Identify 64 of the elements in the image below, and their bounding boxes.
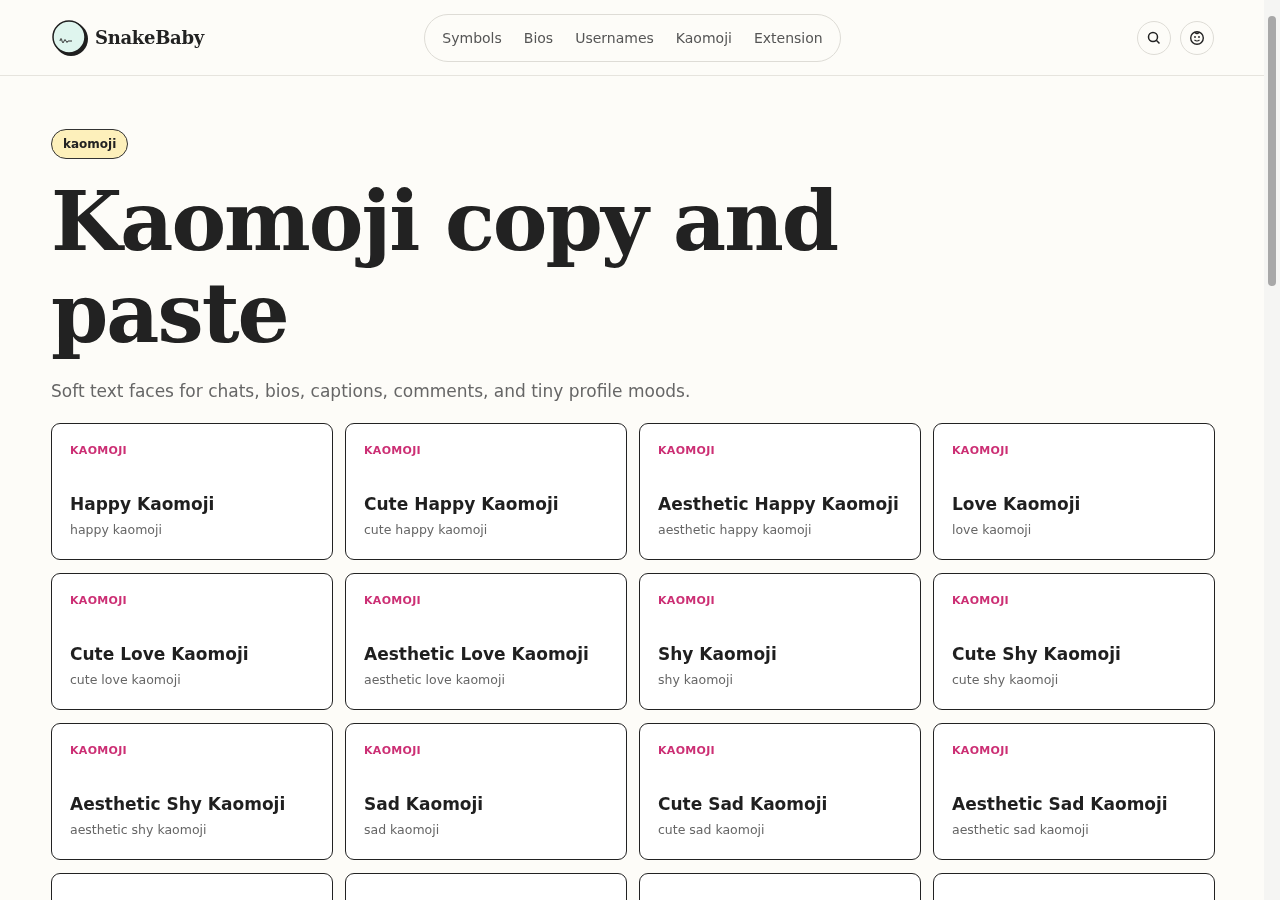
card-tag: KAOMOJI [658, 744, 715, 757]
card-subtitle: cute happy kaomoji [364, 522, 488, 537]
search-icon [1147, 30, 1161, 45]
card-tag: KAOMOJI [70, 594, 127, 607]
card-title: Cute Happy Kaomoji [364, 494, 559, 514]
card-title: Cute Love Kaomoji [70, 644, 249, 664]
card-title: Cute Sad Kaomoji [658, 794, 828, 814]
nav-link[interactable]: Bios [512, 29, 565, 46]
card-title: Happy Kaomoji [70, 494, 215, 514]
logo-icon[interactable] [51, 18, 89, 57]
card-tag: KAOMOJI [658, 594, 715, 607]
card-title: Aesthetic Sad Kaomoji [952, 794, 1168, 814]
category-card[interactable]: KAOMOJI Aesthetic Love Kaomoji aesthetic love kaomoji [345, 573, 627, 710]
card-title: Shy Kaomoji [658, 644, 777, 664]
card-tag: KAOMOJI [70, 744, 127, 757]
category-card[interactable]: KAOMOJI Aesthetic Shy Kaomoji aesthetic shy kaomoji [51, 723, 333, 860]
card-subtitle: love kaomoji [952, 522, 1032, 537]
card-tag: KAOMOJI [952, 594, 1009, 607]
category-card[interactable]: KAOMOJI Cute Love Kaomoji cute love kaomoji [51, 573, 333, 710]
scrollbar-thumb[interactable] [1268, 16, 1276, 286]
category-card[interactable]: KAOMOJI Cute Happy Kaomoji cute happy kaomoji [345, 423, 627, 560]
nav-link[interactable]: Kaomoji [664, 29, 743, 46]
card-subtitle: aesthetic happy kaomoji [658, 522, 812, 537]
smiley-icon [1189, 29, 1205, 46]
scrollbar[interactable] [1264, 0, 1280, 900]
card-tag: KAOMOJI [70, 444, 127, 457]
category-card[interactable]: KAOMOJI Aesthetic Sad Kaomoji aesthetic sad kaomoji [933, 723, 1215, 860]
card-title: Aesthetic Shy Kaomoji [70, 794, 286, 814]
nav-link[interactable]: Extension [742, 29, 834, 46]
card-tag: KAOMOJI [658, 444, 715, 457]
category-badge: kaomoji [51, 129, 129, 159]
page-subtitle: Soft text faces for chats, bios, captions, comments, and tiny profile moods. [51, 381, 691, 401]
card-title: Aesthetic Happy Kaomoji [658, 494, 899, 514]
category-card[interactable]: KAOMOJI Shy Kaomoji shy kaomoji [639, 573, 921, 710]
card-subtitle: happy kaomoji [70, 522, 162, 537]
card-tag: KAOMOJI [364, 444, 421, 457]
category-card[interactable]: KAOMOJI Aesthetic Happy Kaomoji aesthetic happy kaomoji [639, 423, 921, 560]
card-title: Aesthetic Love Kaomoji [364, 644, 589, 664]
card-tag: KAOMOJI [364, 744, 421, 757]
search-button[interactable] [1137, 20, 1171, 55]
category-card[interactable]: KAOMOJI Happy Kaomoji happy kaomoji [51, 423, 333, 560]
card-subtitle: aesthetic sad kaomoji [952, 822, 1089, 837]
card-subtitle: aesthetic love kaomoji [364, 672, 505, 687]
card-tag: KAOMOJI [952, 744, 1009, 757]
nav-link[interactable]: Usernames [564, 29, 665, 46]
nav-link[interactable]: Symbols [431, 29, 513, 46]
card-subtitle: cute love kaomoji [70, 672, 181, 687]
brand-name[interactable]: SnakeBaby [95, 27, 204, 48]
category-card[interactable]: KAOMOJI Cute Shy Kaomoji cute shy kaomoji [933, 573, 1215, 710]
card-title: Cute Shy Kaomoji [952, 644, 1121, 664]
card-subtitle: shy kaomoji [658, 672, 733, 687]
page-title: Kaomoji copy and paste [51, 175, 839, 359]
card-title: Love Kaomoji [952, 494, 1081, 514]
card-subtitle: aesthetic shy kaomoji [70, 822, 207, 837]
card-title: Sad Kaomoji [364, 794, 484, 814]
card-tag: KAOMOJI [364, 594, 421, 607]
theme-button[interactable] [1180, 20, 1214, 55]
card-subtitle: cute sad kaomoji [658, 822, 765, 837]
category-card[interactable]: KAOMOJI Cute Sad Kaomoji cute sad kaomoji [639, 723, 921, 860]
card-subtitle: cute shy kaomoji [952, 672, 1059, 687]
card-tag: KAOMOJI [952, 444, 1009, 457]
category-card[interactable]: KAOMOJI Sad Kaomoji sad kaomoji [345, 723, 627, 860]
category-card[interactable]: KAOMOJI Love Kaomoji love kaomoji [933, 423, 1215, 560]
card-subtitle: sad kaomoji [364, 822, 440, 837]
